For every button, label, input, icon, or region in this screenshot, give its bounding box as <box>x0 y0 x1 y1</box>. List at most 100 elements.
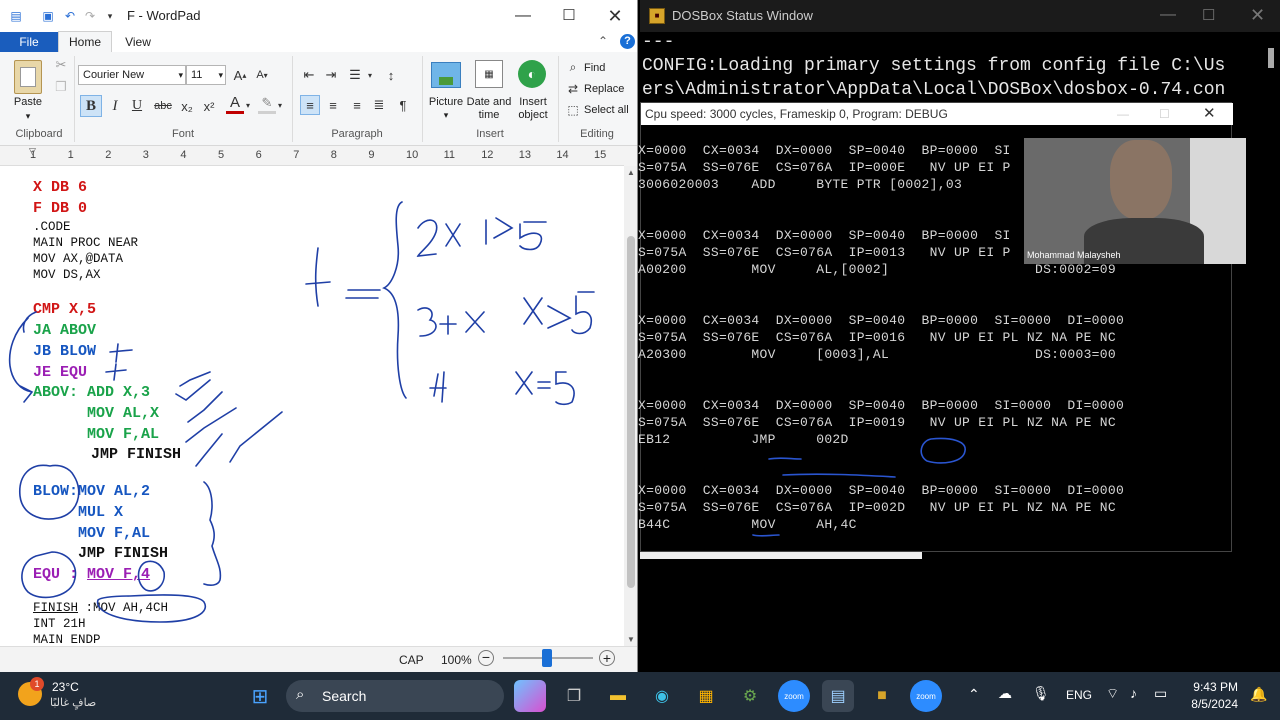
tab-view[interactable]: View <box>118 32 158 52</box>
ruler-number: 7 <box>293 149 300 161</box>
search-box[interactable]: ⌕ Search <box>286 680 504 712</box>
close-button[interactable]: ✕ <box>1250 5 1265 26</box>
insert-object-button[interactable]: Insert object <box>514 96 552 122</box>
equ-circle <box>21 551 77 599</box>
select-all-icon[interactable]: ⬚ <box>566 103 580 117</box>
tab-file[interactable]: File <box>0 32 58 52</box>
save-icon[interactable]: ▣ <box>40 8 56 24</box>
align-left-icon[interactable]: ≡ <box>300 95 320 115</box>
picture-icon[interactable] <box>431 62 461 88</box>
scroll-down-icon[interactable]: ▼ <box>627 635 635 644</box>
wifi-icon[interactable]: ⌔ <box>1106 685 1119 703</box>
maximize-button[interactable]: ☐ <box>546 0 592 32</box>
scrollbar-thumb[interactable] <box>1268 48 1274 68</box>
weather-temperature[interactable]: 23°C <box>52 680 79 694</box>
wordpad-taskbar-icon[interactable]: ▤ <box>822 680 854 712</box>
help-icon[interactable]: ? <box>620 34 635 49</box>
copy-icon[interactable]: ❐ <box>54 79 68 94</box>
bold-button[interactable]: B <box>80 95 102 117</box>
font-size-combo[interactable]: 11 ▾ <box>186 65 226 85</box>
italic-button[interactable]: I <box>106 97 124 115</box>
horizontal-scrollbar[interactable] <box>640 552 922 559</box>
customize-qat-icon[interactable]: ▾ <box>102 8 118 24</box>
justify-icon[interactable]: ≣ <box>370 96 388 114</box>
paste-icon[interactable] <box>14 60 42 94</box>
minimize-button[interactable]: — <box>1160 6 1176 24</box>
file-explorer-icon[interactable]: ▬ <box>602 680 634 712</box>
notifications-icon[interactable]: 🔔 <box>1250 686 1267 703</box>
tab-home[interactable]: Home <box>58 31 112 53</box>
select-all-button[interactable]: Select all <box>584 104 629 117</box>
insert-object-icon[interactable]: ◐ <box>518 60 546 88</box>
zoom-slider-thumb[interactable] <box>542 649 552 667</box>
chevron-down-icon[interactable]: ▾ <box>440 109 452 122</box>
volume-icon[interactable]: ♪ <box>1130 685 1137 701</box>
align-center-icon[interactable]: ≡ <box>324 96 342 114</box>
shrink-font-icon[interactable]: A ▾ <box>254 67 270 83</box>
taskbar: 1 23°C صافٍ غالبًا ⊞ ⌕ Search ❐ ▬ ◉ ▦ ⚙ … <box>0 672 1280 720</box>
paragraph-settings-icon[interactable]: ¶ <box>394 96 412 114</box>
ruler-number: 14 <box>556 149 569 161</box>
show-hidden-icons[interactable]: ⌃ <box>968 686 980 703</box>
font-family-combo[interactable]: Courier New ▾ <box>78 65 186 85</box>
scroll-up-icon[interactable]: ▲ <box>627 168 635 177</box>
clock-date[interactable]: 8/5/2024 <box>1180 697 1238 711</box>
onedrive-icon[interactable]: ☁ <box>998 685 1012 702</box>
chevron-down-icon: ▾ <box>218 70 223 80</box>
indent-marker[interactable]: ▽ <box>29 146 36 157</box>
underline-button[interactable]: U <box>128 97 146 115</box>
highlight-icon[interactable]: ✎ <box>258 94 276 114</box>
font-color-button[interactable]: A <box>226 94 244 114</box>
chevron-down-icon[interactable]: ▾ <box>244 100 252 110</box>
paste-dropdown-icon[interactable]: ▾ <box>22 110 34 123</box>
zoom-in-button[interactable]: + <box>599 650 615 666</box>
find-icon[interactable]: ⌕ <box>566 60 580 74</box>
ruler-number: 9 <box>368 149 375 161</box>
cut-icon[interactable]: ✂ <box>54 57 68 72</box>
strikethrough-button[interactable]: abc <box>152 97 174 115</box>
undo-icon[interactable]: ↶ <box>62 8 78 24</box>
align-right-icon[interactable]: ≡ <box>348 96 366 114</box>
window-title: DOSBox Status Window <box>672 8 813 23</box>
zoom-app-icon[interactable]: zoom <box>910 680 942 712</box>
microphone-icon[interactable]: 🎙 <box>1032 685 1050 702</box>
battery-icon[interactable]: ▭ <box>1154 685 1167 702</box>
line-spacing-icon[interactable]: ↕ <box>382 66 400 84</box>
redo-icon[interactable]: ↷ <box>82 8 98 24</box>
find-button[interactable]: Find <box>584 62 605 75</box>
collapse-ribbon-icon[interactable]: ⌃ <box>598 34 608 48</box>
subscript-button[interactable]: x₂ <box>178 97 196 115</box>
increase-indent-icon[interactable]: ⇥ <box>322 66 340 84</box>
picture-button[interactable]: Picture <box>424 96 468 109</box>
paste-button[interactable]: Paste <box>8 96 48 109</box>
close-button[interactable]: ✕ <box>592 0 637 32</box>
date-time-icon[interactable]: ▦ <box>475 60 503 88</box>
chevron-down-icon[interactable]: ▾ <box>276 100 284 110</box>
edge-icon[interactable]: ◉ <box>646 680 678 712</box>
chevron-down-icon[interactable]: ▾ <box>366 70 374 80</box>
store-icon[interactable]: ▦ <box>690 680 722 712</box>
task-view-icon[interactable]: ❐ <box>558 680 590 712</box>
replace-icon[interactable]: ⇄ <box>566 82 580 96</box>
decrease-indent-icon[interactable]: ⇤ <box>300 66 318 84</box>
scrollbar-thumb[interactable] <box>627 236 635 588</box>
zoom-out-button[interactable]: − <box>478 650 494 666</box>
clock-time[interactable]: 9:43 PM <box>1190 680 1238 694</box>
minimize-button[interactable]: — <box>500 0 546 32</box>
replace-button[interactable]: Replace <box>584 83 624 96</box>
zoom-app-icon[interactable]: zoom <box>778 680 810 712</box>
date-time-button[interactable]: Date and time <box>466 96 512 122</box>
document-area[interactable]: X DB 6 F DB 0 .CODE MAIN PROC NEAR MOV A… <box>0 166 624 646</box>
handwritten-annotations <box>8 201 595 623</box>
start-icon[interactable]: ⊞ <box>244 680 276 712</box>
dosbox-taskbar-icon[interactable]: ■ <box>866 680 898 712</box>
ribbon-separator <box>74 56 75 142</box>
language-indicator[interactable]: ENG <box>1066 688 1092 702</box>
copilot-icon[interactable] <box>514 680 546 712</box>
superscript-button[interactable]: x² <box>200 97 218 115</box>
grow-font-icon[interactable]: A ▴ <box>232 67 248 83</box>
bullets-icon[interactable]: ☰ <box>346 66 364 84</box>
app-icon[interactable]: ⚙ <box>734 680 766 712</box>
font-group-label: Font <box>171 128 194 140</box>
maximize-button[interactable]: ☐ <box>1202 6 1215 24</box>
